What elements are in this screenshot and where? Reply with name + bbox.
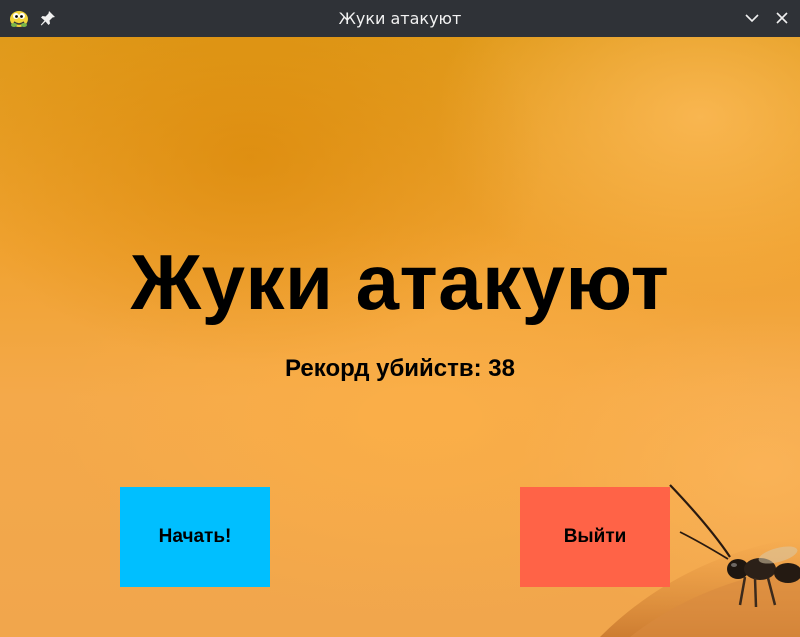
wasp-insect-icon (669, 484, 800, 608)
game-title: Жуки атакуют (130, 238, 670, 326)
record-score: Рекорд убийств: 38 (285, 355, 515, 382)
start-button-label: Начать! (158, 526, 232, 547)
window-title: Жуки атакуют (338, 9, 462, 28)
exit-button-label: Выйти (563, 526, 627, 547)
minimize-chevron-icon[interactable] (743, 9, 761, 27)
title-bar[interactable]: Жуки атакуют (0, 0, 800, 37)
exit-button[interactable]: Выйти (520, 487, 670, 587)
game-window: Жуки атакуют Жуки атакуют Рекорд убийств… (0, 0, 800, 637)
game-canvas: Жуки атакуют Рекорд убийств: 38 Начать! … (0, 37, 800, 637)
close-icon[interactable] (773, 9, 791, 27)
start-button[interactable]: Начать! (120, 487, 270, 587)
